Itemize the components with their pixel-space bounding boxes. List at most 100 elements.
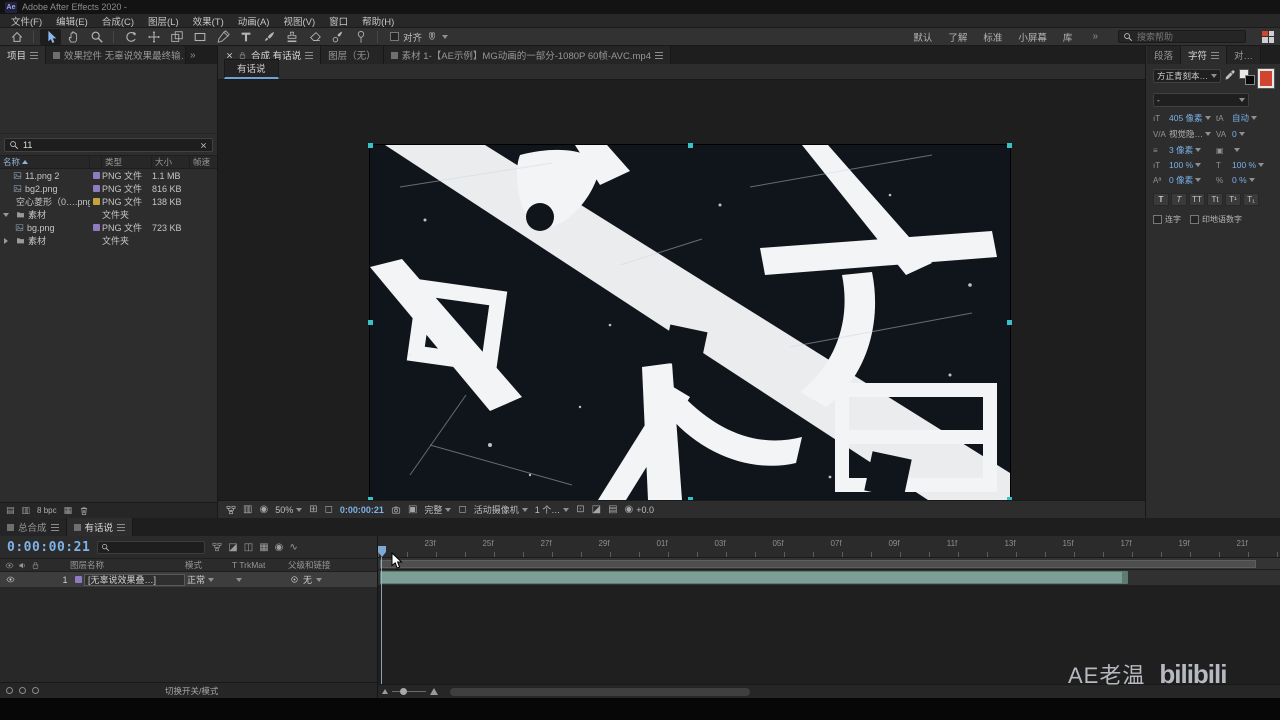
selection-handle[interactable] xyxy=(368,497,373,500)
magnification-select[interactable]: 50% xyxy=(275,505,303,515)
project-row-folder[interactable]: 素材 文件夹 xyxy=(0,234,217,247)
viewer-tab-active[interactable]: 有话说 xyxy=(224,59,279,79)
hand-tool-button[interactable] xyxy=(63,29,84,45)
tab-effect-controls[interactable]: 效果控件 无辜说效果最终输… xyxy=(46,46,187,64)
region-of-interest-icon[interactable] xyxy=(325,505,333,515)
project-search-input[interactable] xyxy=(23,140,195,150)
puppet-pin-tool-button[interactable] xyxy=(350,29,371,45)
project-search-box[interactable] xyxy=(4,138,213,152)
stroke-width-control[interactable]: ≡ 3 像素 xyxy=(1153,144,1211,156)
superscript-button[interactable]: T¹ xyxy=(1225,193,1241,206)
resolution-select[interactable]: 完整 xyxy=(424,503,452,516)
faux-italic-button[interactable]: T xyxy=(1171,193,1187,206)
workspace-learn[interactable]: 了解 xyxy=(948,30,967,44)
zoom-in-mountain-icon[interactable] xyxy=(430,688,438,695)
panel-menu-icon[interactable] xyxy=(117,523,126,531)
layer-row[interactable]: 1 [无辜说效果叠…] 正常 无 xyxy=(0,572,377,587)
menu-file[interactable]: 文件(F) xyxy=(4,14,49,28)
snapping-checkbox[interactable] xyxy=(390,32,399,41)
workspace-grid-icon[interactable] xyxy=(1262,30,1274,43)
project-row[interactable]: bg2.png PNG 文件 816 KB xyxy=(0,182,217,195)
show-snapshot-icon[interactable] xyxy=(408,505,417,515)
menu-window[interactable]: 窗口 xyxy=(322,14,355,28)
selection-handle[interactable] xyxy=(688,143,693,148)
tracking-control[interactable]: VA 0 xyxy=(1216,128,1274,140)
pen-tool-button[interactable] xyxy=(212,29,233,45)
timeline-search-box[interactable] xyxy=(97,540,206,554)
label-swatch[interactable] xyxy=(92,185,100,192)
show-channel-icon[interactable] xyxy=(259,505,268,515)
new-composition-icon[interactable]: ▦ xyxy=(64,505,73,516)
column-header-size[interactable]: 大小 xyxy=(152,156,190,168)
tab-align[interactable]: 对… xyxy=(1227,46,1262,64)
zoom-out-mountain-icon[interactable] xyxy=(382,689,388,694)
tab-project[interactable]: 项目 xyxy=(0,46,47,64)
kerning-control[interactable]: V/A 视觉隐… xyxy=(1153,128,1211,140)
selection-tool-button[interactable] xyxy=(40,28,61,45)
text-color-swatch[interactable] xyxy=(1257,68,1275,89)
tab-paragraph[interactable]: 段落 xyxy=(1147,46,1182,64)
hide-shy-layers-icon[interactable]: ◫ xyxy=(244,542,253,553)
layer-track[interactable] xyxy=(378,570,1280,585)
mini-flowchart-icon[interactable] xyxy=(212,542,222,552)
workspace-small-screen[interactable]: 小屏幕 xyxy=(1018,30,1047,44)
hindi-digits-checkbox[interactable] xyxy=(1190,215,1199,224)
layer-name-field[interactable]: [无辜说效果叠…] xyxy=(84,573,185,586)
roto-brush-tool-button[interactable] xyxy=(327,29,348,45)
twirl-open-icon[interactable] xyxy=(3,212,9,217)
timeline-search-input[interactable] xyxy=(113,542,202,552)
orbit-camera-tool-button[interactable] xyxy=(120,29,141,45)
twirl-closed-icon[interactable] xyxy=(4,237,8,244)
panel-menu-icon[interactable] xyxy=(1211,51,1220,59)
menu-layer[interactable]: 图层(L) xyxy=(141,14,186,28)
column-trkmat[interactable]: T TrkMat xyxy=(232,560,288,570)
layer-mode-select[interactable]: 正常 xyxy=(185,573,232,586)
snapshot-camera-icon[interactable] xyxy=(391,505,401,515)
interpret-footage-icon[interactable]: ▤ xyxy=(6,505,15,516)
workspace-overflow-chevrons-icon[interactable]: » xyxy=(1088,31,1102,42)
menu-composition[interactable]: 合成(C) xyxy=(95,14,141,28)
menu-edit[interactable]: 编辑(E) xyxy=(49,14,95,28)
snapping-toggle[interactable]: 对齐 xyxy=(390,30,449,44)
subscript-button[interactable]: T₁ xyxy=(1243,193,1259,206)
layer-visibility-eye-icon[interactable] xyxy=(6,575,15,584)
faux-bold-button[interactable]: T xyxy=(1153,193,1169,206)
motion-blur-icon[interactable]: ◉ xyxy=(275,542,284,553)
draft-3d-icon[interactable]: ◪ xyxy=(228,542,237,553)
exposure-control[interactable]: +0.0 xyxy=(625,505,654,515)
column-header-name[interactable]: 名称 xyxy=(0,156,90,168)
stroke-style-select[interactable]: ▣ xyxy=(1216,144,1274,156)
frame-blending-icon[interactable]: ▦ xyxy=(259,542,268,553)
current-timecode[interactable]: 0:00:00:21 xyxy=(7,540,90,555)
tab-main-comp[interactable]: 总合成 xyxy=(0,518,67,536)
hindi-digits-toggle[interactable]: 印地语数字 xyxy=(1190,214,1242,225)
eraser-tool-button[interactable] xyxy=(304,29,325,45)
layer-duration-bar[interactable] xyxy=(380,571,1128,584)
project-row-folder[interactable]: 素材 文件夹 xyxy=(0,208,217,221)
zoom-tool-button[interactable] xyxy=(86,29,107,45)
selection-handle[interactable] xyxy=(1007,143,1012,148)
column-header-type[interactable]: 类型 xyxy=(102,156,152,168)
menu-effect[interactable]: 效果(T) xyxy=(186,14,231,28)
baseline-shift-control[interactable]: Aª 0 像素 xyxy=(1153,174,1211,186)
time-ruler[interactable]: 23f 25f 27f 29f 01f 03f 05f 07f 09f 11f … xyxy=(378,536,1280,558)
panel-menu-icon[interactable] xyxy=(305,51,314,59)
fill-stroke-swatches[interactable] xyxy=(1239,69,1255,85)
graph-editor-icon[interactable]: ∿ xyxy=(289,542,297,553)
vertical-scale-control[interactable]: ıT 100 % xyxy=(1153,160,1211,170)
pixel-aspect-correction-icon[interactable] xyxy=(576,505,584,515)
eyedropper-icon[interactable] xyxy=(1224,69,1236,81)
layer-label-swatch[interactable] xyxy=(74,576,82,583)
project-bit-depth[interactable]: 8 bpc xyxy=(37,506,57,515)
clear-search-icon[interactable] xyxy=(199,141,208,150)
font-size-control[interactable]: ıT 405 像素 xyxy=(1153,112,1211,124)
fast-previews-icon[interactable] xyxy=(592,505,601,515)
home-button[interactable] xyxy=(6,29,27,45)
always-preview-icon[interactable] xyxy=(243,505,252,515)
layer-trkmat-select[interactable] xyxy=(232,577,288,582)
tab-layer-viewer[interactable]: 图层（无） xyxy=(321,46,384,64)
tsume-control[interactable]: % 0 % xyxy=(1216,174,1274,186)
column-mode[interactable]: 模式 xyxy=(185,559,232,571)
layer-out-point[interactable] xyxy=(1122,572,1127,583)
work-area-strip[interactable] xyxy=(378,558,1280,570)
